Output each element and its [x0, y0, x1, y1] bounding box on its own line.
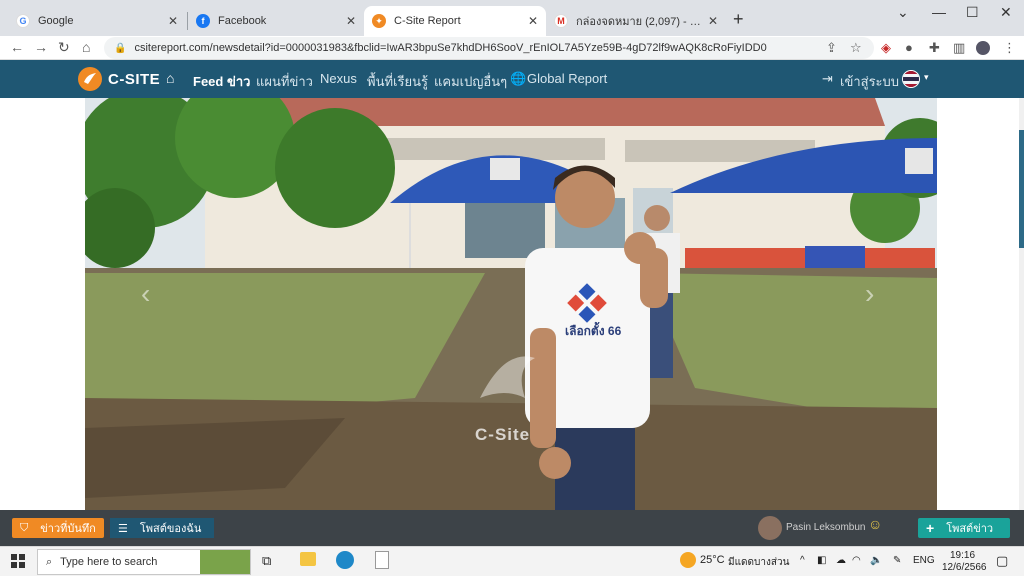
- saved-news-button[interactable]: ⛉ ข่าวที่บันทึก: [12, 518, 104, 538]
- reload-icon[interactable]: ↻: [58, 39, 70, 56]
- nav-global-report[interactable]: Global Report: [527, 71, 607, 86]
- tab-csite-report[interactable]: ✦ C-Site Report ✕: [364, 6, 546, 36]
- extensions-puzzle-icon[interactable]: ✚: [929, 40, 940, 56]
- close-tab-icon[interactable]: ✕: [346, 14, 356, 28]
- list-icon: ☰: [118, 522, 128, 535]
- notepad-icon[interactable]: [375, 551, 389, 569]
- show-hidden-icons[interactable]: ^: [800, 555, 805, 566]
- my-posts-button[interactable]: ☰ โพสต์ของฉัน: [110, 518, 214, 538]
- news-photo-scene: [85, 98, 937, 510]
- clock-time[interactable]: 19:16: [950, 550, 975, 561]
- browser-toolbar: ← → ↻ ⌂ 🔒 csitereport.com/newsdetail?id=…: [0, 36, 1024, 60]
- facebook-icon: f: [196, 14, 210, 28]
- plus-icon: +: [926, 520, 935, 536]
- input-language[interactable]: ENG: [913, 555, 935, 566]
- nav-feed[interactable]: Feed ข่าว: [193, 71, 250, 92]
- nav-campaigns[interactable]: แคมเปญอื่นๆ: [434, 71, 507, 92]
- close-window-button[interactable]: ✕: [1000, 4, 1012, 21]
- gmail-icon: M: [554, 14, 568, 28]
- close-tab-icon[interactable]: ✕: [528, 14, 538, 28]
- thai-flag-icon[interactable]: [902, 70, 920, 88]
- nav-news-map[interactable]: แผนที่ข่าว: [256, 71, 313, 92]
- lock-icon[interactable]: 🔒: [114, 43, 126, 54]
- carousel-next-icon[interactable]: ›: [865, 278, 874, 310]
- close-tab-icon[interactable]: ✕: [708, 14, 718, 28]
- tab-facebook[interactable]: f Facebook ✕: [188, 6, 364, 36]
- shirt-text: เลือกตั้ง 66: [565, 324, 622, 338]
- site-header: C-SITE ⌂ Feed ข่าว แผนที่ข่าว Nexus พื้น…: [0, 60, 1024, 98]
- maximize-button[interactable]: ☐: [966, 4, 979, 21]
- volume-icon[interactable]: 🔈: [870, 555, 882, 566]
- minimize-button[interactable]: —: [932, 4, 946, 20]
- tab-google[interactable]: G Google ✕: [8, 6, 186, 36]
- weather-icon: [680, 552, 696, 568]
- wifi-icon[interactable]: ◠: [852, 555, 861, 566]
- post-news-button[interactable]: + โพสต์ข่าว: [918, 518, 1010, 538]
- windows-start-icon[interactable]: [11, 554, 25, 571]
- task-view-icon[interactable]: ⧉: [262, 553, 271, 569]
- carousel-prev-icon[interactable]: ‹: [141, 278, 150, 310]
- forward-icon[interactable]: →: [34, 39, 48, 55]
- site-bottom-bar: ⛉ ข่าวที่บันทึก ☰ โพสต์ของฉัน Pasin Leks…: [0, 510, 1024, 546]
- taskbar-search-box[interactable]: ⌕ Type here to search: [37, 549, 251, 575]
- csite-logo[interactable]: C-SITE: [78, 67, 160, 91]
- news-photo[interactable]: เลือกตั้ง 66 C-Site ‹ ›: [85, 98, 937, 510]
- clock-date[interactable]: 12/6/2566: [942, 562, 987, 573]
- nav-learning-space[interactable]: พื้นที่เรียนรู้: [367, 71, 428, 92]
- edge-browser-icon[interactable]: [336, 551, 354, 569]
- tab-search-icon[interactable]: ⌄: [897, 4, 909, 21]
- home-icon[interactable]: ⌂: [82, 39, 90, 55]
- url-text: csitereport.com/newsdetail?id=0000031983…: [134, 42, 767, 54]
- smiley-icon: ☺: [868, 516, 883, 532]
- back-icon[interactable]: ←: [10, 39, 24, 55]
- page-scrollbar[interactable]: [1019, 98, 1024, 510]
- login-icon: ⇥: [822, 71, 833, 86]
- share-icon[interactable]: ⇪: [826, 40, 837, 56]
- weather-desc: มีแดดบางส่วน: [728, 557, 790, 568]
- close-tab-icon[interactable]: ✕: [168, 14, 178, 28]
- globe-icon: 🌐: [510, 71, 527, 86]
- language-dropdown-icon[interactable]: ▾: [924, 72, 929, 83]
- google-icon: G: [16, 14, 30, 28]
- user-avatar[interactable]: [758, 516, 782, 540]
- extension-shield-icon[interactable]: ◈: [881, 40, 891, 56]
- csite-watermark: C-Site: [475, 425, 531, 444]
- bookmark-icon: ⛉: [20, 521, 29, 534]
- sidebar-icon[interactable]: ▥: [953, 40, 965, 56]
- login-link[interactable]: เข้าสู่ระบบ: [840, 71, 899, 92]
- address-bar[interactable]: 🔒 csitereport.com/newsdetail?id=00000319…: [104, 37, 874, 59]
- user-name: Pasin Leksombun: [786, 522, 866, 533]
- scrollbar-thumb[interactable]: [1019, 130, 1024, 248]
- home-nav-icon[interactable]: ⌂: [166, 70, 174, 86]
- csite-icon: ✦: [372, 14, 386, 28]
- notification-icon[interactable]: ▢: [996, 553, 1008, 569]
- nav-nexus[interactable]: Nexus: [320, 71, 357, 86]
- tab-gmail[interactable]: M กล่องจดหมาย (2,097) - yodleksomb ✕: [546, 6, 726, 36]
- file-explorer-icon[interactable]: [300, 552, 316, 566]
- csite-bird-icon: [78, 67, 102, 91]
- onedrive-icon[interactable]: ☁: [836, 555, 846, 566]
- browser-tab-strip: G Google ✕ f Facebook ✕ ✦ C-Site Report …: [0, 0, 1024, 36]
- pen-icon[interactable]: ✎: [893, 555, 901, 566]
- menu-kebab-icon[interactable]: ⋮: [1003, 40, 1016, 56]
- search-icon: ⌕: [46, 555, 53, 568]
- bookmark-star-icon[interactable]: ☆: [850, 40, 862, 56]
- weather-temp: 25°C: [700, 554, 725, 566]
- extension-badge-icon[interactable]: ●: [905, 40, 913, 55]
- tray-app-icon[interactable]: ◧: [817, 555, 826, 566]
- windows-taskbar: ⌕ Type here to search ⧉ 25°C มีแดดบางส่ว…: [0, 546, 1024, 576]
- profile-avatar[interactable]: [976, 41, 990, 55]
- new-tab-button[interactable]: +: [733, 9, 744, 30]
- search-highlight-image: [200, 550, 250, 574]
